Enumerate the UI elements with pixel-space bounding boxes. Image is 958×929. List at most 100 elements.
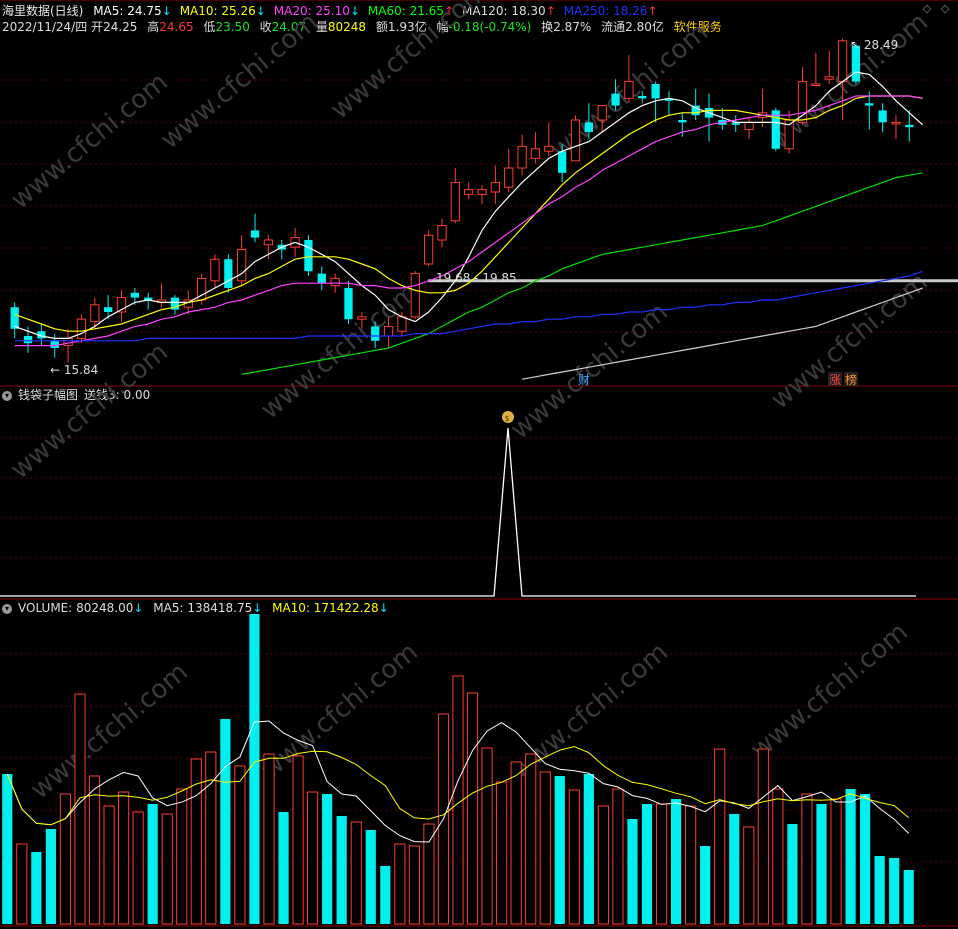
watermark-text: www.cfchi.com (505, 297, 674, 445)
volume-bar (292, 755, 304, 925)
candle-body (263, 239, 274, 246)
volume-bar (597, 805, 609, 925)
volume-bar (234, 765, 246, 925)
volume-bar (31, 852, 42, 924)
candle-body (624, 81, 634, 99)
candle-body (410, 273, 420, 318)
volume-bar (700, 846, 711, 924)
candle-body (584, 122, 593, 132)
volume-bar (655, 803, 668, 925)
candle-body (304, 240, 313, 272)
volume-bar (147, 804, 158, 924)
volume-bar (481, 747, 493, 925)
candle-body (423, 234, 434, 265)
volume-bar (568, 789, 580, 925)
watermark-text: www.cfchi.com (325, 0, 494, 125)
volume-bar (554, 776, 565, 924)
volume-bar (176, 788, 188, 925)
volume-bar (220, 719, 231, 924)
volume-bar (161, 813, 173, 925)
money-bag-symbol: $ (505, 414, 510, 423)
candle-body (76, 318, 87, 339)
volume-bar (860, 794, 871, 924)
candle-body (744, 121, 754, 131)
volume-bar (496, 781, 508, 925)
candle-body (397, 316, 407, 332)
candle-body (104, 307, 113, 312)
volume-bar (583, 774, 594, 924)
volume-bar (350, 821, 362, 925)
volume-bar (539, 771, 551, 925)
candle-body (544, 145, 554, 152)
watermark-text: www.cfchi.com (5, 67, 174, 215)
volume-bar (45, 829, 56, 924)
candle-body (224, 259, 233, 288)
candle-body (490, 181, 501, 193)
volume-bar (132, 811, 144, 925)
candle-body (357, 316, 367, 320)
volume-bar (103, 805, 115, 925)
candle-body (330, 277, 340, 287)
candle-body (891, 121, 901, 125)
candle-body (797, 81, 808, 123)
rank-badge: 榜 (845, 372, 857, 387)
volume-bar (249, 614, 260, 924)
watermark-text: www.cfchi.com (255, 637, 424, 785)
watermark-text: www.cfchi.com (155, 7, 324, 155)
watermark-text: www.cfchi.com (745, 617, 914, 765)
candle-body (678, 120, 687, 123)
volume-bar (336, 816, 347, 924)
volume-bar (757, 748, 769, 925)
candle-body (638, 96, 647, 99)
candle-body (878, 110, 887, 123)
candle-body (50, 340, 59, 348)
volume-bar (466, 692, 479, 925)
volume-bar (88, 775, 101, 925)
candle-body (651, 84, 660, 99)
candle-body (437, 225, 447, 241)
volume-bar (743, 826, 755, 925)
candle-body (450, 181, 460, 222)
candle-body (383, 325, 394, 337)
candle-body (865, 103, 874, 106)
volume-bar (772, 788, 784, 925)
candle-body (905, 124, 914, 128)
candle-body (371, 326, 380, 341)
candle-body (63, 337, 73, 347)
volume-bar (423, 823, 435, 925)
volume-bar (16, 843, 28, 925)
volume-bar (452, 675, 464, 925)
candle-body (464, 189, 474, 195)
watermark-text: www.cfchi.com (255, 277, 424, 425)
candle-body (811, 83, 821, 86)
kline-chart[interactable]: www.cfchi.comwww.cfchi.com www.cfchi.com w… (0, 0, 958, 929)
candle-body (477, 189, 487, 195)
candle-body (504, 167, 514, 188)
candle-body (210, 258, 220, 282)
candle-body (23, 336, 33, 344)
volume-bar (205, 751, 217, 925)
candle-body (558, 151, 567, 173)
volume-bar (685, 805, 697, 925)
candle-body (517, 145, 527, 169)
candle-body (611, 93, 620, 106)
volume-bar (830, 798, 842, 925)
volume-bar (365, 830, 376, 924)
volume-bar (307, 791, 319, 925)
volume-bar (278, 812, 289, 924)
volume-bar (408, 845, 420, 925)
candle-body (90, 304, 100, 323)
volume-bar (263, 753, 275, 925)
finance-badge: 财 (578, 373, 590, 387)
watermark-text: www.cfchi.com (25, 657, 194, 805)
volume-bar (627, 819, 638, 924)
volume-bar (874, 856, 885, 924)
volume-bar (74, 693, 86, 925)
watermark-text: www.cfchi.com (765, 267, 934, 415)
range-label: 19.68 - 19.85 (436, 271, 517, 285)
candle-body (530, 148, 541, 159)
volume-bar (612, 788, 624, 925)
candle-body (597, 105, 607, 121)
volume-bar (510, 761, 522, 925)
volume-bar (394, 843, 406, 925)
